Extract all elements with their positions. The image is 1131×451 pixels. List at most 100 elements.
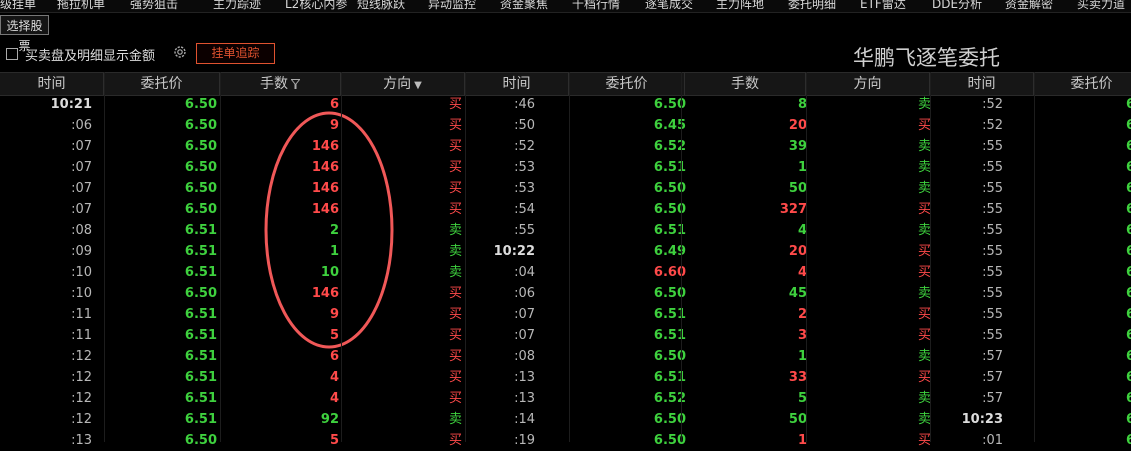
time-cell: :55 (982, 160, 1003, 175)
filter-icon[interactable] (291, 79, 300, 90)
column-header-dir[interactable]: 方向 (806, 73, 930, 95)
qty-cell: 6 (329, 97, 339, 112)
nav-tab[interactable]: 千档行情 (572, 0, 620, 12)
qty-cell: 5 (329, 328, 339, 343)
show-amount-label: 买卖盘及明细显示金额 (25, 49, 156, 64)
time-cell: :57 (982, 391, 1003, 406)
table-row[interactable]: :13 6.50 5 买:19 6.50 1 买:01 6 (0, 430, 1131, 451)
nav-tab[interactable]: 拖拉机单 (57, 0, 105, 12)
table-row[interactable]: :10 6.50 146 买:06 6.50 45 卖:55 6 (0, 283, 1131, 304)
column-header-price[interactable]: 委托价 (104, 73, 220, 95)
price-cell-clipped: 6 (1126, 160, 1131, 175)
column-divider (681, 72, 682, 442)
nav-tab[interactable]: 委托明细 (788, 0, 836, 12)
time-cell: :09 (71, 244, 92, 259)
column-header-time[interactable]: 时间 (0, 73, 104, 95)
nav-tab[interactable]: 级挂单 (0, 0, 36, 12)
time-cell: :52 (514, 139, 535, 154)
column-header-price[interactable]: 委托价 (569, 73, 685, 95)
price-cell: 6.51 (184, 349, 217, 364)
time-cell: 10:23 (961, 412, 1003, 427)
column-header-label: 委托价 (1070, 76, 1113, 92)
table-row[interactable]: :07 6.50 146 买:54 6.50 327 买:55 6 (0, 199, 1131, 220)
table-row[interactable]: :07 6.50 146 买:53 6.50 50 卖:55 6 (0, 178, 1131, 199)
direction-cell: 买 (448, 349, 462, 364)
qty-cell: 2 (329, 223, 339, 238)
table-row[interactable]: :11 6.51 5 买:07 6.51 3 买:55 6 (0, 325, 1131, 346)
price-cell: 6.51 (184, 244, 217, 259)
time-cell: :08 (514, 349, 535, 364)
nav-tab[interactable]: 主力阵地 (716, 0, 764, 12)
nav-tab[interactable]: 资金解密 (1005, 0, 1053, 12)
time-cell: :50 (514, 118, 535, 133)
time-cell: :10 (71, 286, 92, 301)
price-cell: 6.50 (184, 97, 217, 112)
nav-tab[interactable]: 资金聚焦 (500, 0, 548, 12)
table-row[interactable]: :09 6.51 1 卖 10:22 6.49 20 买:55 6 (0, 241, 1131, 262)
time-cell: :53 (514, 160, 535, 175)
column-header-qty[interactable]: 手数 (220, 73, 341, 95)
time-cell: :01 (982, 433, 1003, 448)
show-amount-checkbox[interactable] (6, 48, 18, 60)
table-row[interactable]: :10 6.51 10 卖:04 6.60 4 买:55 6 (0, 262, 1131, 283)
price-cell-clipped: 6 (1126, 328, 1131, 343)
nav-tab[interactable]: L2核心内参 (285, 0, 347, 12)
qty-cell: 50 (788, 181, 807, 196)
column-header-time[interactable]: 时间 (930, 73, 1034, 95)
price-cell: 6.51 (184, 307, 217, 322)
select-stock-button[interactable]: 选择股票 (0, 15, 49, 53)
nav-tab[interactable]: 逐笔成交 (645, 0, 693, 12)
gear-icon[interactable] (173, 45, 187, 59)
price-cell-clipped: 6 (1126, 202, 1131, 217)
table-row[interactable]: 10:21 6.50 6 买:46 6.50 8 卖:52 6 (0, 94, 1131, 115)
column-header-dir[interactable]: 方向 ▼ (341, 73, 465, 95)
price-cell-clipped: 6 (1126, 139, 1131, 154)
time-cell: :08 (71, 223, 92, 238)
sort-down-icon[interactable]: ▼ (414, 80, 422, 91)
order-trace-button[interactable]: 挂单追踪 (196, 43, 275, 64)
table-row[interactable]: :12 6.51 4 买:13 6.52 5 卖:57 6 (0, 388, 1131, 409)
table-row[interactable]: :12 6.51 6 买:08 6.50 1 卖:57 6 (0, 346, 1131, 367)
time-cell: :04 (514, 265, 535, 280)
time-cell: :52 (982, 118, 1003, 133)
direction-cell: 买 (448, 433, 462, 448)
direction-cell: 买 (448, 160, 462, 175)
column-header-price[interactable]: 委托价 (1034, 73, 1131, 95)
price-cell: 6.51 (184, 391, 217, 406)
nav-tab[interactable]: 异动监控 (428, 0, 476, 12)
time-cell: :06 (71, 118, 92, 133)
column-header-label: 手数 (260, 76, 288, 92)
column-header-qty[interactable]: 手数 (685, 73, 806, 95)
table-row[interactable]: :11 6.51 9 买:07 6.51 2 买:55 6 (0, 304, 1131, 325)
table-row[interactable]: :12 6.51 4 买:13 6.51 33 买:57 6 (0, 367, 1131, 388)
nav-tab[interactable]: 短线脉跃 (357, 0, 405, 12)
qty-cell: 4 (329, 370, 339, 385)
price-cell: 6.50 (184, 286, 217, 301)
direction-cell: 买 (448, 307, 462, 322)
nav-tab[interactable]: DDE分析 (932, 0, 982, 12)
table-row[interactable]: :07 6.50 146 买:52 6.52 39 卖:55 6 (0, 136, 1131, 157)
time-cell: :11 (71, 307, 92, 322)
time-cell: :19 (514, 433, 535, 448)
time-cell: :12 (71, 349, 92, 364)
price-cell: 6.51 (184, 328, 217, 343)
direction-cell: 买 (448, 97, 462, 112)
time-cell: :55 (982, 223, 1003, 238)
column-header-label: 方向 (853, 76, 882, 92)
table-row[interactable]: :08 6.51 2 卖:55 6.51 4 卖:55 6 (0, 220, 1131, 241)
nav-tab[interactable]: 买卖力道 (1077, 0, 1125, 12)
column-header-label: 时间 (967, 76, 996, 92)
table-row[interactable]: :06 6.50 9 买:50 6.45 20 买:52 6 (0, 115, 1131, 136)
column-header-time[interactable]: 时间 (465, 73, 569, 95)
direction-cell: 买 (448, 391, 462, 406)
table-row[interactable]: :07 6.50 146 买:53 6.51 1 卖:55 6 (0, 157, 1131, 178)
nav-tab[interactable]: 强势狙击 (130, 0, 178, 12)
column-divider (930, 72, 931, 442)
price-cell: 6.51 (184, 412, 217, 427)
time-cell: :53 (514, 181, 535, 196)
nav-tab[interactable]: ETF雷达 (860, 0, 906, 12)
column-divider (104, 72, 105, 442)
price-cell-clipped: 6 (1126, 118, 1131, 133)
nav-tab[interactable]: 主力踪迹 (213, 0, 261, 12)
table-row[interactable]: :12 6.51 92 卖:14 6.50 50 卖 10:23 6 (0, 409, 1131, 430)
